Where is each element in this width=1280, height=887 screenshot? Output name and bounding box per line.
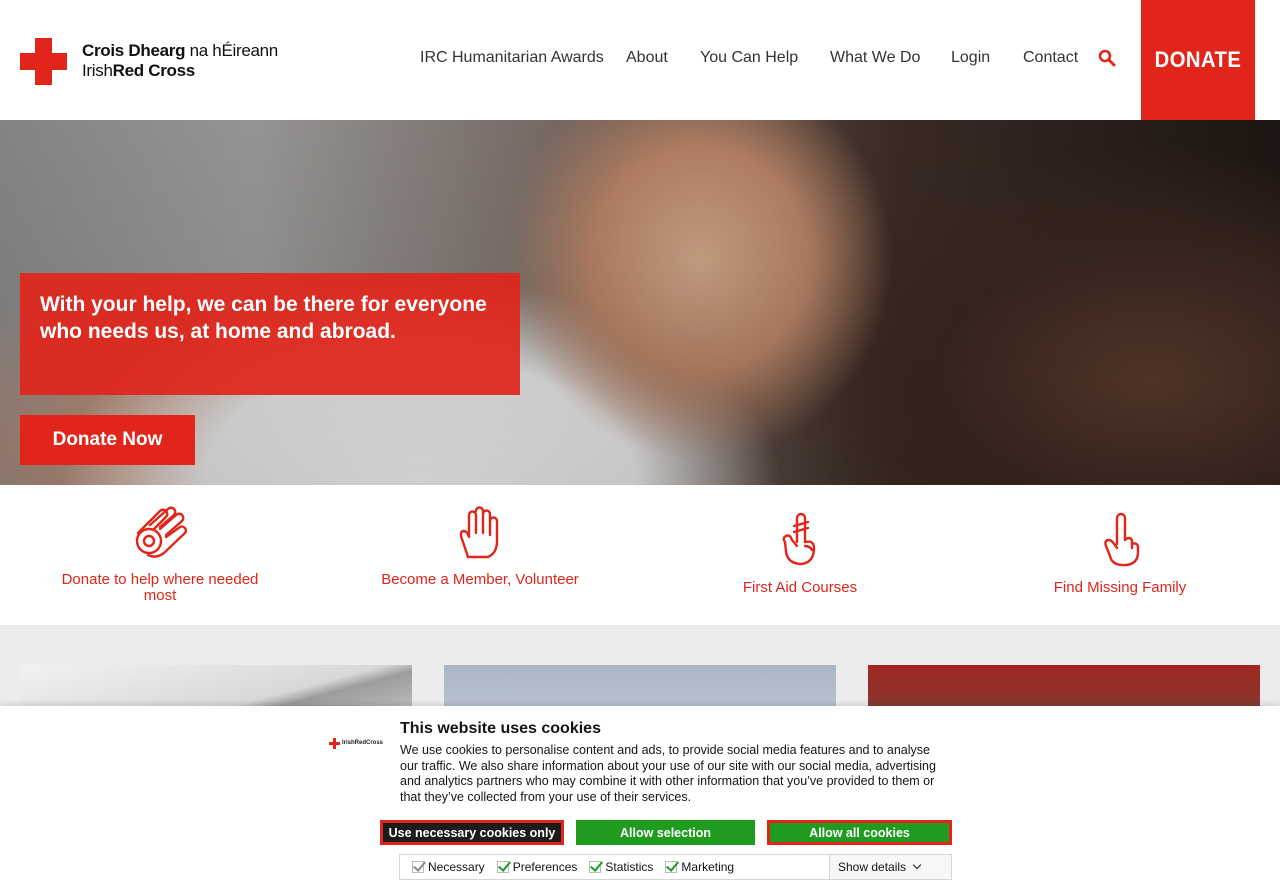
show-details-label: Show details [838,860,907,874]
logo-english-plain: Irish [82,61,113,80]
pointing-hand-icon [1104,512,1140,567]
cookie-options-bar: Necessary Preferences Statistics Marketi… [399,854,952,880]
checkbox-statistics[interactable] [589,861,602,873]
quick-link-label: First Aid Courses [742,579,858,596]
nav-item-what-we-do[interactable]: What We Do [830,49,920,67]
logo-wordmark: Crois Dhearg na hÉireann IrishRed Cross [82,41,278,81]
red-cross-logo-icon [20,37,67,85]
nav-item-you-can-help[interactable]: You Can Help [700,49,798,67]
nav-item-contact[interactable]: Contact [1023,49,1078,67]
cookie-option-preferences[interactable]: Preferences [496,860,578,874]
chevron-down-icon [912,860,922,870]
hero-headline: With your help, we can be there for ever… [40,293,487,343]
show-details-button[interactable]: Show details [829,855,951,879]
allow-selection-button[interactable]: Allow selection [576,820,755,845]
allow-all-cookies-button[interactable]: Allow all cookies [767,820,952,845]
red-cross-logo-icon [329,737,340,749]
donate-now-button[interactable]: Donate Now [20,415,195,465]
hands-icon [135,506,188,558]
cookie-option-necessary[interactable]: Necessary [412,860,485,874]
cookie-consent-banner: IrishRedCross This website uses cookies … [0,706,1280,887]
nav-item-about[interactable]: About [626,49,668,67]
header-donate-button[interactable]: DONATE [1140,0,1256,120]
cookie-banner-logo: IrishRedCross [329,737,383,749]
cookie-option-label: Necessary [428,860,485,874]
cookie-option-label: Preferences [512,860,578,874]
cookie-option-label: Marketing [681,860,735,874]
cookie-option-statistics[interactable]: Statistics [589,860,653,874]
quick-link-label: Donate to help where needed most [61,571,259,604]
quick-link-label: Become a Member, Volunteer [381,571,579,588]
cookie-banner-title: This website uses cookies [400,720,601,737]
bandaged-finger-icon [782,512,816,566]
quick-link-label: Find Missing Family [1053,579,1187,596]
logo-irish-bold: Crois Dhearg [82,41,186,60]
quick-link-first-aid[interactable]: First Aid Courses [640,485,960,625]
nav-item-humanitarian-awards[interactable]: IRC Humanitarian Awards [420,49,604,67]
cookie-option-label: Statistics [605,860,654,874]
site-logo[interactable]: Crois Dhearg na hÉireann IrishRed Cross [20,36,280,86]
nav-item-login[interactable]: Login [951,49,990,67]
hero-message-box: With your help, we can be there for ever… [20,273,520,395]
cookie-banner-text: We use cookies to personalise content an… [400,743,936,804]
quick-link-donate[interactable]: Donate to help where needed most [0,485,320,625]
search-icon[interactable] [1098,49,1118,69]
checkbox-preferences[interactable] [496,861,509,873]
cookie-option-marketing[interactable]: Marketing [665,860,734,874]
quick-link-missing-family[interactable]: Find Missing Family [960,485,1280,625]
hero-banner: With your help, we can be there for ever… [0,120,1280,485]
quick-link-volunteer[interactable]: Become a Member, Volunteer [320,485,640,625]
quick-links: Donate to help where needed most Become … [0,485,1280,625]
cookie-logo-text: IrishRedCross [342,740,384,746]
checkbox-marketing[interactable] [665,861,678,873]
checkbox-necessary[interactable] [412,861,424,873]
site-header: Crois Dhearg na hÉireann IrishRed Cross … [0,0,1280,120]
use-necessary-cookies-button[interactable]: Use necessary cookies only [380,820,564,845]
logo-english-bold: Red Cross [112,61,196,80]
open-hand-icon [459,506,499,559]
logo-irish-rest: na hÉireann [185,41,279,60]
